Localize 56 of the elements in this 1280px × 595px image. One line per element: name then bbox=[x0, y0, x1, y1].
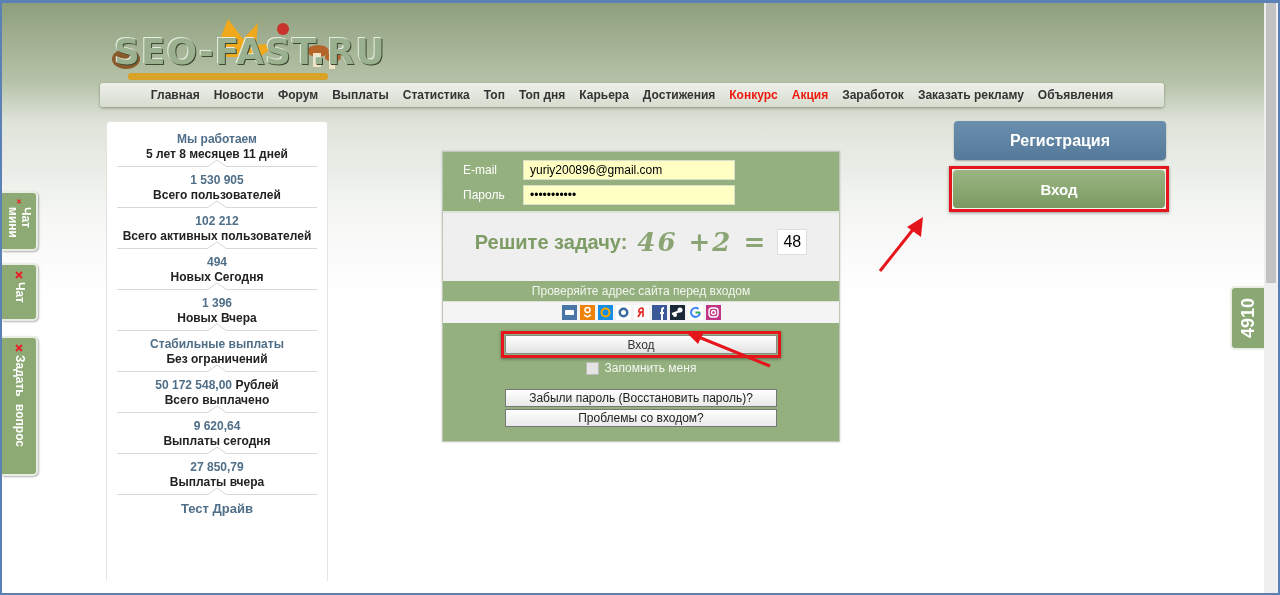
nav-link[interactable]: Выплаты bbox=[332, 88, 389, 102]
stat-label: Без ограничений bbox=[165, 352, 269, 367]
nav-link[interactable]: Статистика bbox=[402, 88, 470, 102]
scrollbar[interactable] bbox=[1264, 3, 1278, 593]
stat-value: 494 bbox=[206, 255, 228, 270]
stat-label: 5 лет 8 месяцев 11 дней bbox=[145, 147, 289, 162]
close-icon bbox=[15, 271, 23, 279]
nav-link[interactable]: Новости bbox=[213, 88, 264, 102]
nav-link[interactable]: Топ дня bbox=[518, 88, 566, 102]
stat-label: Всего пользователей bbox=[152, 188, 282, 203]
nav-link[interactable]: Форум bbox=[278, 88, 319, 102]
stat-label: Всего выплачено bbox=[163, 393, 271, 408]
stat-value: 27 850,79 bbox=[189, 460, 245, 475]
email-field[interactable]: yuriy200896@gmail.com bbox=[523, 160, 735, 180]
nav-link[interactable]: Заработок bbox=[842, 88, 904, 102]
remember-checkbox[interactable] bbox=[585, 361, 599, 375]
counter-text: 4910 bbox=[1237, 297, 1259, 338]
nav-link[interactable]: Топ bbox=[483, 88, 505, 102]
notice-text: Проверяйте адрес сайта перед входом bbox=[443, 281, 839, 302]
side-tab-label: Чат bbox=[12, 282, 26, 303]
stat-label: Выплаты вчера bbox=[168, 475, 266, 490]
password-field[interactable]: ••••••••••• bbox=[523, 185, 735, 205]
nav-link[interactable]: Карьера bbox=[579, 88, 629, 102]
stat-value: 1 530 905 bbox=[189, 173, 245, 188]
social-login-icon[interactable] bbox=[669, 305, 685, 320]
stat-label: Новых Вчера bbox=[176, 311, 258, 326]
captcha-title: Решите задачу: bbox=[474, 230, 628, 254]
remember-label: Запомнить меня bbox=[604, 361, 697, 375]
nav-link[interactable]: Достижения bbox=[642, 88, 716, 102]
link-button[interactable]: Забыли пароль (Восстановить пароль)? bbox=[505, 389, 777, 407]
stat-value: Тест Драйв bbox=[180, 501, 254, 516]
link-button[interactable]: Проблемы со входом? bbox=[505, 409, 777, 427]
close-icon bbox=[15, 344, 23, 352]
side-tab-label: Задать вопрос bbox=[12, 355, 26, 448]
register-button[interactable]: Регистрация bbox=[954, 121, 1166, 160]
side-tab-label: Чат мини bbox=[6, 206, 32, 240]
arrow bbox=[878, 217, 923, 272]
nav-link[interactable]: Главная bbox=[150, 88, 200, 102]
stat-value: Мы работаем bbox=[176, 132, 258, 147]
stat-value: 102 212 bbox=[194, 214, 240, 229]
field-label: E-mail bbox=[463, 163, 498, 177]
stat-value: Стабильные выплаты bbox=[149, 337, 285, 352]
social-login-icon[interactable] bbox=[651, 305, 667, 320]
nav-link[interactable]: Объявления bbox=[1037, 88, 1114, 102]
field-label: Пароль bbox=[463, 188, 506, 202]
stat-label: Всего активных пользователей bbox=[121, 229, 313, 244]
stat-value: 50 172 548,00 Рублей bbox=[154, 378, 280, 393]
stat-label: Выплаты сегодня bbox=[162, 434, 272, 449]
stat-value: 9 620,64 bbox=[192, 419, 242, 434]
captcha-expression: 46 +2 = bbox=[637, 227, 768, 257]
close-icon bbox=[15, 199, 23, 204]
stat-value: 1 396 bbox=[201, 296, 233, 311]
nav-link[interactable]: Заказать рекламу bbox=[917, 88, 1024, 102]
answer-field[interactable]: 48 bbox=[777, 229, 808, 255]
login-button[interactable]: Вход bbox=[505, 335, 777, 354]
stat-label: Новых Сегодня bbox=[169, 270, 265, 285]
